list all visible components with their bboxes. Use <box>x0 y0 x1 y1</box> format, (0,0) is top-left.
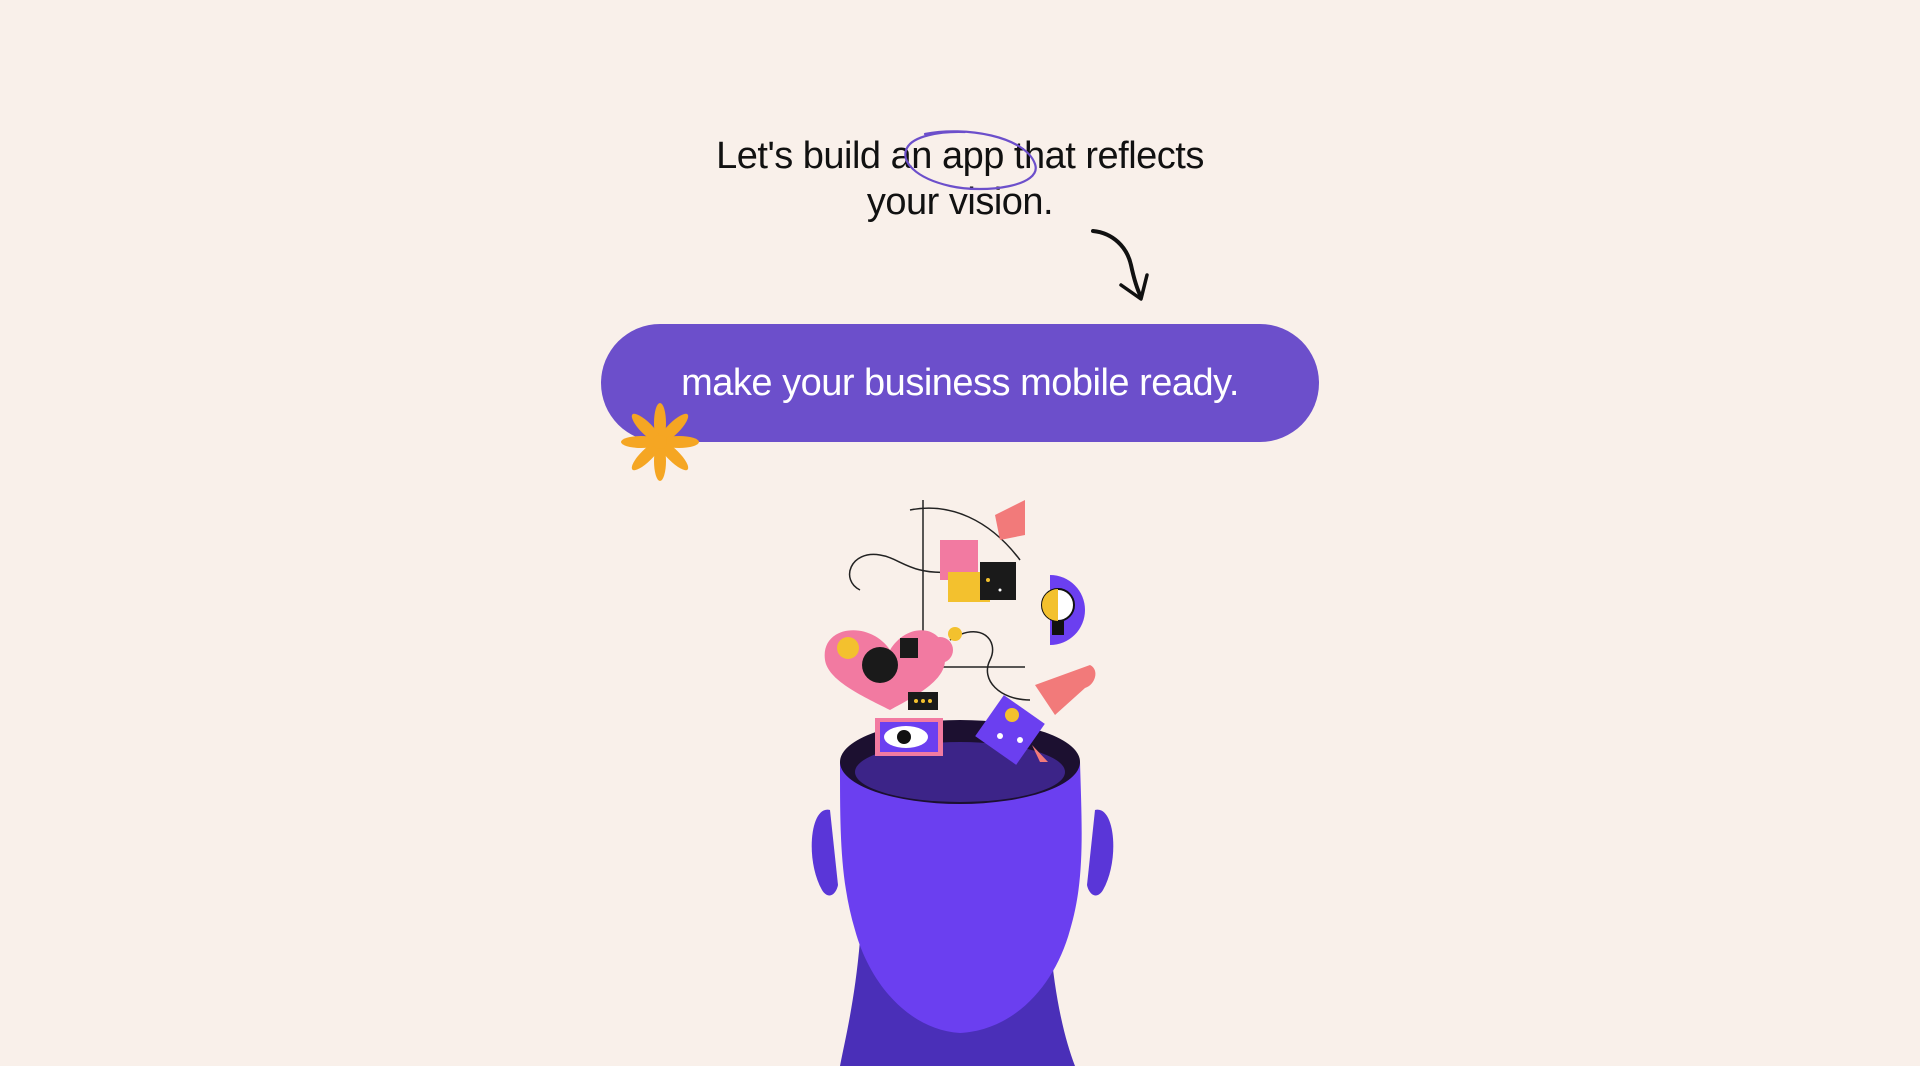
headline-highlight-word: app <box>941 135 1004 177</box>
head-illustration <box>811 500 1114 1066</box>
headline-text-pre: Let's build an <box>716 135 942 177</box>
curved-arrow-icon <box>1091 229 1149 301</box>
headline-line-2: your vision. <box>866 181 1054 223</box>
headline-text-post: that reflects <box>1003 135 1204 177</box>
mobile-ready-button[interactable]: make your business mobile ready. <box>601 324 1319 442</box>
headline-line-1: Let's build an app that reflects <box>560 133 1360 179</box>
hero-headline: Let's build an app that reflects your vi… <box>560 133 1360 225</box>
asterisk-flower-icon <box>621 403 699 481</box>
